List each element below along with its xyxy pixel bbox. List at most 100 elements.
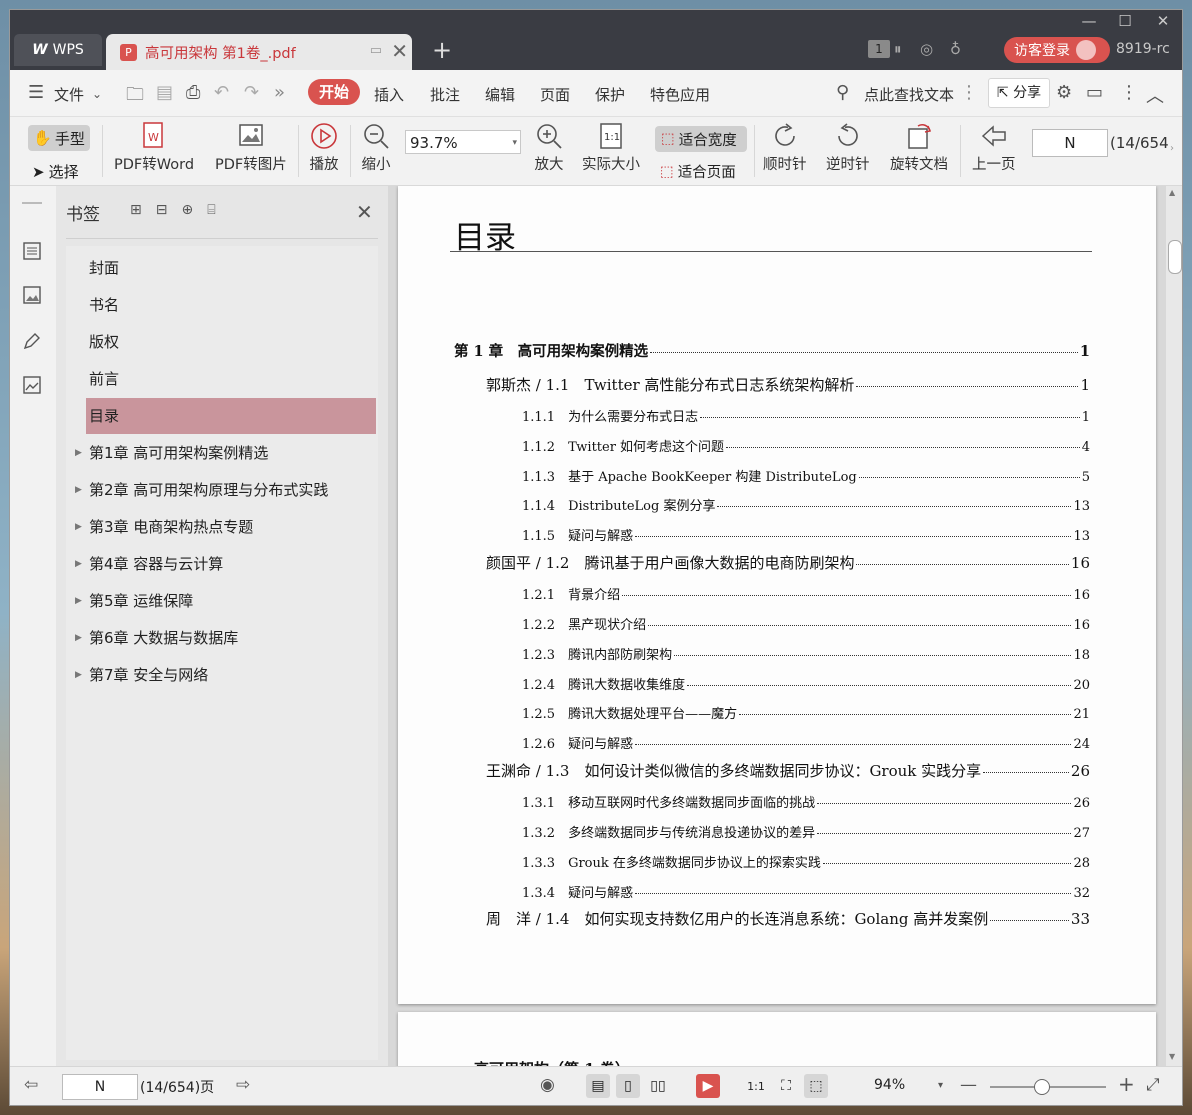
toc-entry[interactable]: 1.3.2 多终端数据同步与传统消息投递协议的差异 27 (522, 822, 1090, 841)
play-button[interactable]: 播放 (309, 119, 339, 174)
pdf-to-word-button[interactable]: W PDF转Word (114, 119, 194, 174)
fit-page-button[interactable]: ⬚ 适合页面 (660, 161, 736, 182)
bookmark-item[interactable]: ▶ 第3章 电商架构热点专题 (75, 509, 376, 545)
previous-page-button[interactable]: 上一页 (972, 119, 1016, 174)
zoom-slider-knob[interactable] (1034, 1079, 1050, 1095)
zoom-percent[interactable]: 94% (874, 1077, 905, 1093)
guest-login-button[interactable]: 访客登录 (1004, 37, 1110, 63)
maximize-icon[interactable]: ☐ (1112, 12, 1138, 30)
more-vertical-icon[interactable]: ⋮ (960, 82, 978, 103)
bookmark-item[interactable]: 前言 (86, 361, 376, 397)
toc-entry[interactable]: 1.1.1 为什么需要分布式日志 1 (522, 406, 1090, 425)
wps-home-tab[interactable]: W WPS (14, 34, 102, 66)
toc-entry[interactable]: 郭斯杰 / 1.1 Twitter 高性能分布式日志系统架构解析 1 (486, 374, 1090, 395)
chevron-down-icon[interactable]: ⌄ (92, 87, 102, 101)
new-tab-icon[interactable]: + (432, 36, 452, 64)
vertical-scrollbar[interactable]: ▲ ▼ (1166, 186, 1182, 1066)
close-panel-icon[interactable]: ✕ (356, 200, 373, 224)
bookmark-item[interactable]: 目录 (86, 398, 376, 434)
zoom-dropdown-icon[interactable]: ▾ (938, 1080, 943, 1091)
print-icon[interactable]: ⎙ (186, 82, 200, 103)
toc-entry[interactable]: 王渊命 / 1.3 如何设计类似微信的多终端数据同步协议：Grouk 实践分享 2… (486, 760, 1090, 781)
close-tab-icon[interactable]: ✕ (391, 39, 408, 63)
toc-entry[interactable]: 周 洋 / 1.4 如何实现支持数亿用户的长连消息系统：Golang 高并发案例… (486, 908, 1090, 929)
expand-arrow-icon[interactable]: ▶ (75, 472, 82, 508)
zoom-slider[interactable] (990, 1079, 1106, 1095)
bookmark-item[interactable]: ▶ 第5章 运维保障 (75, 583, 376, 619)
status-page-input[interactable]: N (62, 1074, 138, 1100)
annotation-pen-icon[interactable] (21, 330, 43, 352)
thumbnail-icon[interactable] (21, 284, 43, 306)
page-number-input[interactable]: N (1032, 129, 1108, 157)
rotate-clockwise-button[interactable]: 顺时针 (763, 119, 807, 174)
select-tool-button[interactable]: ➤ 选择 (32, 161, 79, 182)
close-window-icon[interactable]: ✕ (1150, 12, 1176, 30)
more-options-icon[interactable]: ⋮ (1120, 82, 1138, 103)
expand-arrow-icon[interactable]: ▶ (75, 509, 82, 545)
prev-page-arrow-icon[interactable]: ⇦ (24, 1075, 38, 1095)
zoom-out-button[interactable]: 缩小 (361, 119, 391, 174)
toc-entry[interactable]: 1.3.3 Grouk 在多终端数据同步协议上的探索实践 28 (522, 852, 1090, 871)
bookmark-item[interactable]: 书名 (86, 287, 376, 323)
search-text-button[interactable]: 点此查找文本 (864, 84, 954, 105)
fullscreen-icon[interactable]: ⤢ (1146, 1075, 1160, 1095)
search-icon[interactable]: ⚲ (836, 82, 849, 103)
share-button[interactable]: ⇱ 分享 (988, 78, 1050, 108)
cloud-sync-icon[interactable]: ◎ (920, 40, 933, 58)
bookmark-list-icon[interactable] (21, 240, 43, 262)
toc-entry[interactable]: 颜国平 / 1.2 腾讯基于用户画像大数据的电商防刷架构 16 (486, 552, 1090, 573)
window-count-badge[interactable]: 1 (868, 40, 890, 58)
toc-entry[interactable]: 1.2.2 黑产现状介绍 16 (522, 614, 1090, 633)
expand-arrow-icon[interactable]: ▶ (75, 620, 82, 656)
rotate-document-button[interactable]: 旋转文档 (890, 119, 948, 174)
tab-protect[interactable]: 保护 (595, 84, 625, 105)
file-menu[interactable]: 文件 (54, 84, 84, 105)
toc-entry[interactable]: 1.1.2 Twitter 如何考虑这个问题 4 (522, 436, 1090, 455)
bookmark-item[interactable]: ▶ 第6章 大数据与数据库 (75, 620, 376, 656)
tab-special-apps[interactable]: 特色应用 (650, 84, 710, 105)
tab-edit[interactable]: 编辑 (485, 84, 515, 105)
expand-arrow-icon[interactable]: ▶ (75, 435, 82, 471)
tab-page[interactable]: 页面 (540, 84, 570, 105)
toc-entry[interactable]: 1.1.5 疑问与解惑 13 (522, 525, 1090, 544)
toc-entry[interactable]: 1.3.4 疑问与解惑 32 (522, 882, 1090, 901)
toc-entry[interactable]: 1.2.6 疑问与解惑 24 (522, 733, 1090, 752)
bookmark-item[interactable]: ▶ 第7章 安全与网络 (75, 657, 376, 693)
toc-entry[interactable]: 1.2.1 背景介绍 16 (522, 584, 1090, 603)
toc-entry[interactable]: 1.2.5 腾讯大数据处理平台——魔方 21 (522, 703, 1090, 722)
toc-entry[interactable]: 1.2.3 腾讯内部防刷架构 18 (522, 644, 1090, 663)
pin-tab-icon[interactable]: ▭ (370, 43, 382, 58)
bookmark-item[interactable]: ▶ 第1章 高可用架构案例精选 (75, 435, 376, 471)
next-page-arrow-icon[interactable]: ⇨ (236, 1075, 250, 1095)
tab-annotate[interactable]: 批注 (430, 84, 460, 105)
fit-page-status-button[interactable]: ⛶ (774, 1074, 798, 1098)
expand-arrow-icon[interactable]: ▶ (75, 546, 82, 582)
zoom-plus-icon[interactable]: + (1118, 1072, 1135, 1096)
scroll-down-icon[interactable]: ▼ (1169, 1052, 1175, 1061)
scrollbar-thumb[interactable] (1168, 240, 1182, 274)
zoom-minus-icon[interactable]: — (960, 1075, 977, 1095)
fit-width-status-button[interactable]: ⬚ (804, 1074, 828, 1098)
toc-entry[interactable]: 1.2.4 腾讯大数据收集维度 20 (522, 674, 1090, 693)
actual-size-button[interactable]: 1:1 实际大小 (582, 119, 640, 174)
hamburger-menu-icon[interactable]: ☰ (28, 82, 44, 103)
bookmark-item[interactable]: 版权 (86, 324, 376, 360)
toc-entry[interactable]: 1.3.1 移动互联网时代多终端数据同步面临的挑战 26 (522, 792, 1090, 811)
tab-insert[interactable]: 插入 (374, 84, 404, 105)
add-bookmark-icon[interactable]: ⊕ (181, 202, 193, 218)
drag-handle[interactable] (22, 202, 42, 204)
rotate-counterclockwise-button[interactable]: 逆时针 (826, 119, 870, 174)
pdf-to-image-button[interactable]: PDF转图片 (215, 119, 287, 174)
bookmark-item[interactable]: 封面 (86, 250, 376, 286)
bookmark-item[interactable]: ▶ 第2章 高可用架构原理与分布式实践 (75, 472, 376, 508)
fit-width-button[interactable]: ⬚ 适合宽度 (655, 126, 747, 152)
single-page-view-button[interactable]: ▯ (616, 1074, 640, 1098)
image-extract-icon[interactable] (21, 374, 43, 396)
save-icon[interactable]: ▤ (156, 82, 173, 103)
toc-entry[interactable]: 1.1.4 DistributeLog 案例分享 13 (522, 495, 1090, 514)
comment-icon[interactable]: ▭ (1086, 82, 1103, 103)
bookmark-item[interactable]: ▶ 第4章 容器与云计算 (75, 546, 376, 582)
ribbon-scroll-right-icon[interactable]: › (1170, 143, 1174, 154)
settings-gear-icon[interactable]: ⚙ (1056, 82, 1072, 103)
expand-arrow-icon[interactable]: ▶ (75, 583, 82, 619)
